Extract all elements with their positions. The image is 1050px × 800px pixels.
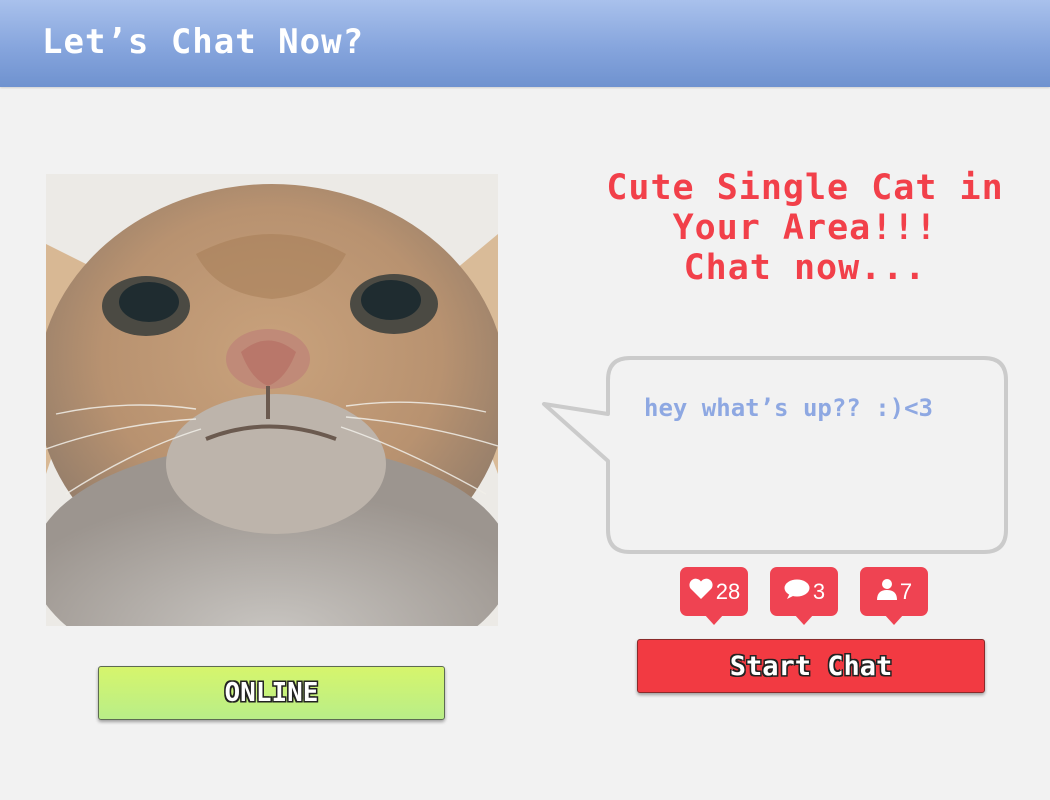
speech-bubble: hey what’s up?? :)<3 [540, 356, 1012, 558]
headline-line-3: Chat now... [683, 248, 927, 288]
bubble-message: hey what’s up?? :)<3 [644, 394, 933, 422]
speech-bubble-icon [783, 578, 813, 606]
comments-count: 3 [812, 578, 826, 604]
followers-count: 7 [899, 578, 913, 604]
likes-badge[interactable]: 28 [680, 567, 748, 627]
headline: Cute Single Cat in Your Area!!! Chat now… [590, 168, 1020, 288]
likes-count: 28 [715, 578, 741, 604]
headline-line-2: Your Area!!! [672, 208, 938, 248]
heart-icon [688, 578, 716, 606]
online-status-label: ONLINE [224, 678, 319, 708]
page-title: Let’s Chat Now? [42, 22, 365, 62]
person-icon [876, 578, 900, 606]
cat-photo [46, 174, 498, 626]
start-chat-label: Start Chat [729, 650, 893, 682]
online-status-button[interactable]: ONLINE [98, 666, 445, 720]
start-chat-button[interactable]: Start Chat [637, 639, 985, 693]
header-bar: Let’s Chat Now? [0, 0, 1050, 87]
comments-badge[interactable]: 3 [770, 567, 838, 627]
followers-badge[interactable]: 7 [860, 567, 928, 627]
headline-line-1: Cute Single Cat in [606, 168, 1004, 208]
